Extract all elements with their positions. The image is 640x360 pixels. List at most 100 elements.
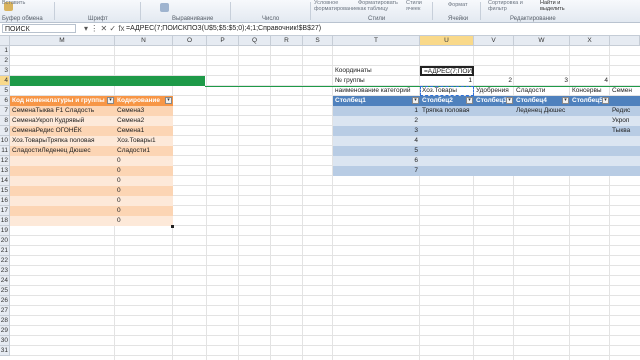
filter-dropdown-icon[interactable]: ▾ (562, 97, 569, 104)
category-cell[interactable]: Сладости (514, 86, 570, 96)
row-header[interactable]: 7 (0, 106, 10, 116)
row-header[interactable]: 21 (0, 246, 10, 256)
row-header[interactable]: 16 (0, 196, 10, 206)
paste-button[interactable]: Вставить (2, 0, 25, 6)
row-header[interactable]: 12 (0, 156, 10, 166)
group-number-cell[interactable]: 4 (570, 76, 610, 86)
row-header[interactable]: 5 (0, 86, 10, 96)
table-cell[interactable] (570, 106, 610, 116)
column-header-w[interactable]: W (514, 36, 570, 46)
table-cell[interactable] (514, 126, 570, 136)
group-number-label[interactable]: № группы (333, 76, 420, 86)
group-number-cell[interactable]: 1 (420, 76, 474, 86)
column-header-n[interactable]: N (115, 36, 173, 46)
row-header[interactable]: 15 (0, 186, 10, 196)
table-cell[interactable]: 7 (333, 166, 420, 176)
filter-dropdown-icon[interactable]: ▾ (412, 97, 419, 104)
row-header[interactable]: 8 (0, 116, 10, 126)
table-cell[interactable]: Семена2 (115, 116, 173, 126)
table-cell[interactable]: 6 (333, 156, 420, 166)
group-number-cell[interactable]: 3 (514, 76, 570, 86)
conditional-format-button[interactable]: Условное форматирование (314, 0, 358, 12)
column-header-u[interactable]: U (420, 36, 474, 46)
row-header[interactable]: 4 (0, 76, 10, 86)
table-row-fill[interactable] (420, 146, 640, 156)
filter-dropdown-icon[interactable]: ▾ (506, 97, 513, 104)
sort-filter-button[interactable]: Сортировка и фильтр (488, 0, 526, 12)
table-cell[interactable]: Тыква (610, 126, 640, 136)
fill-handle[interactable] (171, 225, 174, 228)
table-cell[interactable]: 3 (333, 126, 420, 136)
table-cell[interactable]: 0 (115, 216, 173, 226)
row-header[interactable]: 3 (0, 66, 10, 76)
row-header[interactable]: 17 (0, 206, 10, 216)
column-header-t[interactable]: T (333, 36, 420, 46)
filter-dropdown-icon[interactable]: ▾ (602, 97, 609, 104)
table-cell[interactable] (474, 126, 514, 136)
row-header[interactable]: 27 (0, 306, 10, 316)
row-header[interactable]: 10 (0, 136, 10, 146)
column-header-o[interactable]: O (173, 36, 207, 46)
table-row-fill[interactable] (420, 156, 640, 166)
table-cell[interactable]: СеменаТыква F1 Сладость (10, 106, 115, 116)
select-all-corner[interactable] (0, 36, 10, 46)
row-header[interactable]: 31 (0, 346, 10, 356)
table-row-fill[interactable] (420, 136, 640, 146)
table-cell[interactable] (10, 156, 115, 166)
row-header[interactable]: 25 (0, 286, 10, 296)
table-cell[interactable]: СеменаУкроп Кудрявый (10, 116, 115, 126)
table-cell[interactable]: Семена1 (115, 126, 173, 136)
table-cell[interactable]: Укроп (610, 116, 640, 126)
table-cell[interactable] (570, 116, 610, 126)
table-cell[interactable] (420, 126, 474, 136)
table-cell[interactable]: 0 (115, 176, 173, 186)
row-header[interactable]: 9 (0, 126, 10, 136)
filter-dropdown-icon[interactable]: ▾ (466, 97, 473, 104)
table-cell[interactable]: 0 (115, 166, 173, 176)
row-header[interactable]: 28 (0, 316, 10, 326)
table-cell[interactable] (474, 116, 514, 126)
row-header[interactable]: 6 (0, 96, 10, 106)
table-row-fill[interactable] (420, 166, 640, 176)
table-cell[interactable] (10, 186, 115, 196)
column-header-q[interactable]: Q (239, 36, 271, 46)
find-select-button[interactable]: Найти и выделить (540, 0, 570, 12)
coordinates-label[interactable]: Координаты (333, 66, 420, 76)
row-header[interactable]: 11 (0, 146, 10, 156)
row-header[interactable]: 23 (0, 266, 10, 276)
table-cell[interactable] (570, 126, 610, 136)
table-cell[interactable]: Редис (610, 106, 640, 116)
table-cell[interactable]: 1 (333, 106, 420, 116)
table-cell[interactable] (10, 216, 115, 226)
row-header[interactable]: 14 (0, 176, 10, 186)
cell-styles-button[interactable]: Стили ячеек (406, 0, 426, 12)
table-cell[interactable]: 4 (333, 136, 420, 146)
table-cell[interactable]: 0 (115, 186, 173, 196)
column-header-p[interactable]: P (207, 36, 239, 46)
format-as-table-button[interactable]: Форматировать как таблицу (358, 0, 400, 12)
table-cell[interactable]: 0 (115, 156, 173, 166)
table-cell[interactable]: Хоз.Товары1 (115, 136, 173, 146)
category-label[interactable]: наименование категорий (333, 86, 420, 96)
row-header[interactable]: 24 (0, 276, 10, 286)
column-header-m[interactable]: M (10, 36, 115, 46)
filter-dropdown-icon[interactable]: ▾ (165, 97, 172, 104)
table-cell[interactable] (10, 196, 115, 206)
row-header[interactable]: 22 (0, 256, 10, 266)
table-cell[interactable] (420, 116, 474, 126)
table-cell[interactable]: 0 (115, 196, 173, 206)
table-cell[interactable]: Сладости1 (115, 146, 173, 156)
table-cell[interactable]: СеменаРедис ОГОНЁК (10, 126, 115, 136)
category-cell[interactable]: Семен (610, 86, 640, 96)
column-header-y[interactable] (610, 36, 640, 46)
row-header[interactable]: 30 (0, 336, 10, 346)
table-cell[interactable] (10, 176, 115, 186)
row-header[interactable]: 19 (0, 226, 10, 236)
row-header[interactable]: 13 (0, 166, 10, 176)
table-cell[interactable]: Леденец Дюшес (514, 106, 570, 116)
column-header-s[interactable]: S (303, 36, 333, 46)
table-cell[interactable] (10, 206, 115, 216)
category-cell[interactable]: Консервы (570, 86, 610, 96)
table-cell[interactable]: Тряпка половая (420, 106, 474, 116)
table-cell[interactable] (474, 106, 514, 116)
